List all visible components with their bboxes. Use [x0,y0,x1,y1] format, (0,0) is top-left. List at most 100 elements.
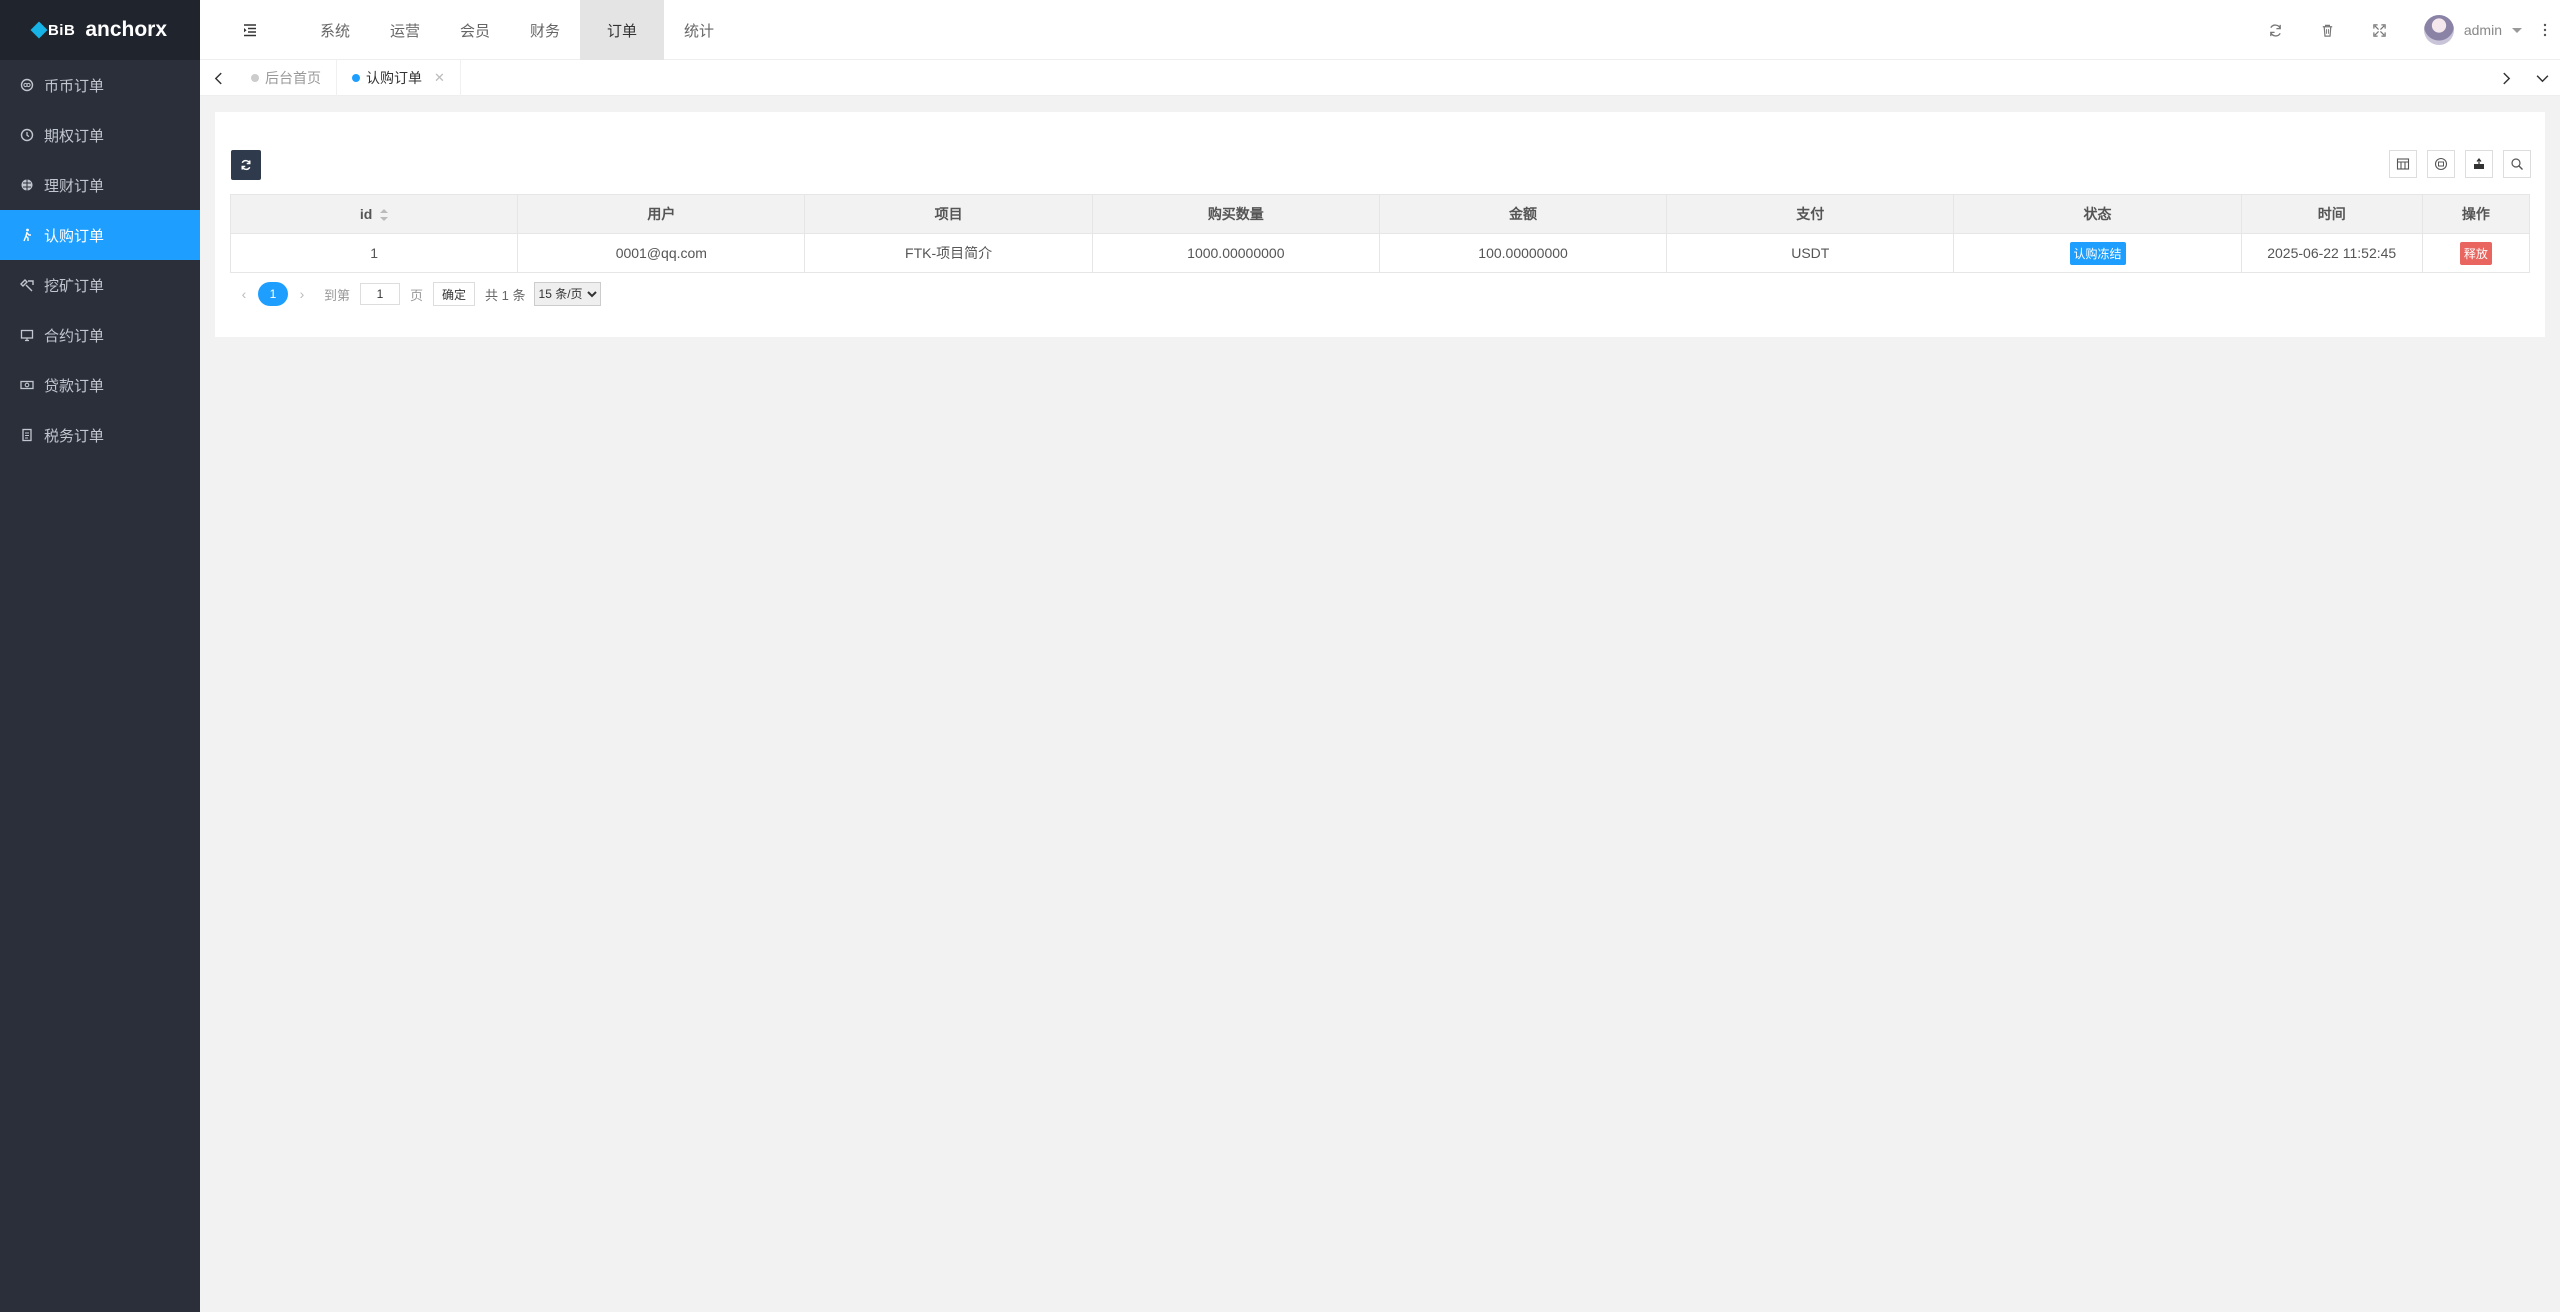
sidebar-item-label: 币币订单 [44,77,105,95]
goto-label: 到第 [324,287,351,303]
table-header-row: id 用户 项目 购买数量 金额 支付 状态 时间 操作 [229,194,2531,234]
nav-statistics[interactable]: 统计 [664,0,734,60]
coin-icon [20,78,34,92]
refresh-icon[interactable] [2250,0,2302,60]
sidebar-item-label: 理财订单 [44,177,105,195]
nav-system[interactable]: 系统 [300,0,370,60]
diamond-logo-icon [30,21,48,39]
page-size-select[interactable]: 15 条/页 [533,282,601,306]
goto-page-input[interactable] [360,283,401,305]
sidebar-item-loan-orders[interactable]: 贷款订单 [0,360,200,410]
refresh-icon [241,159,251,171]
cell-project: FTK-项目简介 [804,233,1093,273]
fullscreen-icon[interactable] [2354,0,2406,60]
tab-subscription-orders[interactable]: 认购订单 ✕ [337,60,461,96]
print-icon[interactable] [2427,150,2455,178]
tab-dashboard[interactable]: 后台首页 [236,60,337,96]
tab-label: 认购订单 [366,70,422,86]
sidebar-item-tax-orders[interactable]: 税务订单 [0,410,200,460]
column-header-user: 用户 [517,194,806,234]
sidebar-item-label: 合约订单 [44,327,105,345]
avatar [2423,15,2454,45]
logo-mark-text: BiB [47,21,76,39]
status-badge: 认购冻结 [2069,241,2126,265]
total-count: 共 1 条 [485,287,526,303]
sidebar-item-contract-orders[interactable]: 合约订单 [0,310,200,360]
logo-text: anchorx [85,18,168,41]
sidebar-menu: 币币订单 期权订单 理财订单 认购订单 挖矿订单 合约订单 贷款订单 税务订单 [0,60,200,460]
walker-icon [20,228,34,242]
nav-finance[interactable]: 财务 [510,0,580,60]
sidebar-item-coin-orders[interactable]: 币币订单 [0,60,200,110]
top-nav: 系统 运营 会员 财务 订单 统计 [300,0,734,60]
cell-amount: 100.00000000 [1378,233,1668,273]
close-icon[interactable]: ✕ [434,70,445,86]
prev-page-icon[interactable]: ‹ [230,286,258,302]
page-tabs: 后台首页 认购订单 ✕ [236,60,461,96]
column-header-action: 操作 [2421,194,2531,234]
table-toolbar [2389,150,2531,178]
nav-operations[interactable]: 运营 [370,0,440,60]
chevron-down-icon [2512,27,2522,33]
content-card: id 用户 项目 购买数量 金额 支付 状态 时间 操作 1 0001@qq.c… [215,112,2545,337]
logo-mark: BiB [30,21,76,39]
clock-icon [20,128,34,142]
sidebar-item-finance-orders[interactable]: 理财订单 [0,160,200,210]
sidebar-item-label: 认购订单 [44,227,105,245]
release-button[interactable]: 释放 [2459,241,2492,265]
column-header-amount: 金额 [1378,194,1668,234]
user-name: admin [2463,22,2502,38]
column-header-time: 时间 [2240,194,2423,234]
menu-toggle-icon[interactable] [240,20,260,40]
sort-icon[interactable] [380,209,389,222]
pickaxe-icon [20,278,34,292]
table-row: 1 0001@qq.com FTK-项目简介 1000.00000000 100… [229,233,2531,273]
page-tabs-bar: 后台首页 认购订单 ✕ [200,60,2560,96]
orders-table: id 用户 项目 购买数量 金额 支付 状态 时间 操作 1 0001@qq.c… [229,194,2531,273]
header-tools: admin [2250,0,2560,60]
sidebar: BiB anchorx 币币订单 期权订单 理财订单 认购订单 挖矿订单 合约订… [0,0,200,1312]
columns-filter-icon[interactable] [2389,150,2417,178]
trash-icon[interactable] [2302,0,2354,60]
sidebar-item-label: 贷款订单 [44,377,105,395]
nav-orders[interactable]: 订单 [580,0,664,60]
sidebar-item-subscription-orders[interactable]: 认购订单 [0,210,200,260]
tab-dot-icon [352,74,360,82]
cell-action: 释放 [2421,233,2531,273]
column-header-id[interactable]: id [229,194,519,234]
cell-status: 认购冻结 [1953,233,2242,273]
cell-id: 1 [229,233,519,273]
search-icon[interactable] [2503,150,2531,178]
cell-quantity: 1000.00000000 [1091,233,1380,273]
column-header-quantity: 购买数量 [1091,194,1380,234]
cell-user: 0001@qq.com [517,233,806,273]
cell-time: 2025-06-22 11:52:45 [2240,233,2423,273]
logo[interactable]: BiB anchorx [0,0,200,60]
cash-icon [20,378,34,392]
nav-members[interactable]: 会员 [440,0,510,60]
user-menu[interactable]: admin [2406,0,2536,60]
page-unit-label: 页 [410,287,424,303]
tab-dot-icon [251,74,259,82]
column-header-project: 项目 [804,194,1093,234]
cell-payment: USDT [1666,233,1955,273]
tabs-prev-icon[interactable] [200,60,236,96]
globe-icon [20,178,34,192]
tabs-dropdown-icon[interactable] [2524,60,2560,96]
pagination: ‹ 1 › 到第 页 确定 共 1 条 15 条/页 [230,279,601,309]
table-refresh-button[interactable] [231,150,261,180]
more-vertical-icon[interactable] [2536,0,2554,60]
monitor-icon [20,328,34,342]
top-header: 系统 运营 会员 财务 订单 统计 admin [200,0,2560,60]
sidebar-item-mining-orders[interactable]: 挖矿订单 [0,260,200,310]
sidebar-item-label: 税务订单 [44,427,105,445]
tab-label: 后台首页 [265,70,321,86]
column-header-status: 状态 [1953,194,2242,234]
next-page-icon[interactable]: › [288,286,316,302]
goto-confirm-button[interactable]: 确定 [433,282,476,306]
sidebar-item-option-orders[interactable]: 期权订单 [0,110,200,160]
tabs-next-icon[interactable] [2488,60,2524,96]
page-number-current[interactable]: 1 [258,282,288,306]
column-header-payment: 支付 [1666,194,1955,234]
export-icon[interactable] [2465,150,2493,178]
